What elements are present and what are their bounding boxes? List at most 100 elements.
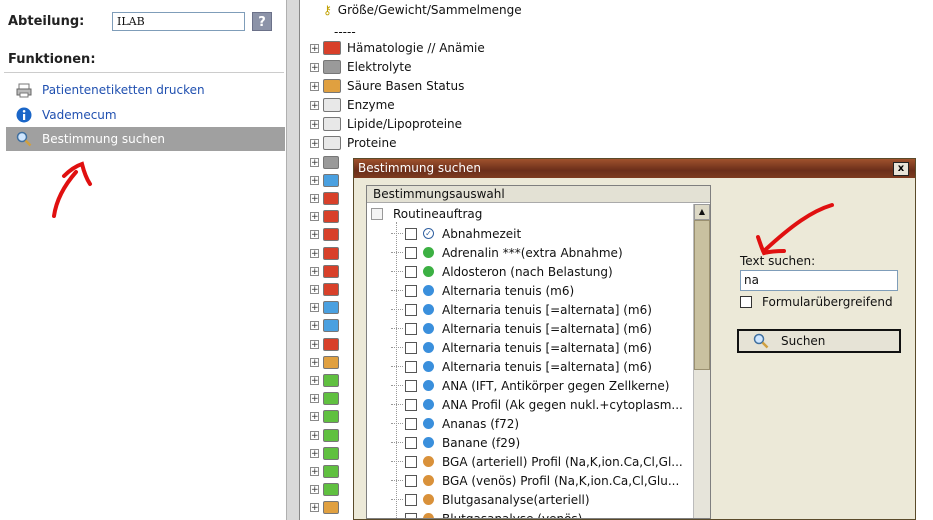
list-item[interactable]: Aldosteron (nach Belastung) [391,262,613,281]
help-button[interactable]: ? [252,12,272,31]
tree-node[interactable]: + [310,444,339,462]
close-button[interactable]: x [893,162,909,176]
expand-icon[interactable]: + [310,157,319,167]
tree-node[interactable]: + Proteine [310,134,396,152]
expand-icon[interactable]: + [310,230,319,240]
suchen-button[interactable]: Suchen [737,329,901,353]
expand-icon[interactable]: + [310,485,319,495]
tree-node[interactable]: + [310,317,339,335]
expand-icon[interactable]: + [310,375,319,385]
list-item[interactable]: Adrenalin ***(extra Abnahme) [391,243,623,262]
tree-node[interactable]: + Hämatologie // Anämie [310,39,485,57]
expand-icon[interactable]: + [310,339,319,349]
tree-node[interactable]: + [310,208,339,226]
item-checkbox[interactable] [405,436,417,449]
list-item[interactable]: Alternaria tenuis [=alternata] (m6) [391,338,652,357]
list-item[interactable]: Banane (f29) [391,433,520,452]
expand-icon[interactable]: + [310,193,319,203]
vademecum-link[interactable]: Vademecum [6,103,285,127]
expand-icon[interactable]: + [310,100,319,110]
item-checkbox[interactable] [405,417,417,430]
list-item[interactable]: ANA (IFT, Antikörper gegen Zellkerne) [391,376,669,395]
item-checkbox[interactable] [405,493,417,506]
list-item[interactable]: BGA (venös) Profil (Na,K,ion.Ca,Cl,Glu..… [391,471,679,490]
item-checkbox[interactable] [405,398,417,411]
item-checkbox[interactable] [405,360,417,373]
item-checkbox[interactable] [405,379,417,392]
search-input[interactable]: na [740,270,898,291]
tree-node[interactable]: + Elektrolyte [310,58,412,76]
scroll-up-button[interactable]: ▲ [694,204,710,220]
item-checkbox[interactable] [405,474,417,487]
expand-icon[interactable]: + [310,248,319,258]
list-item[interactable]: Alternaria tenuis [=alternata] (m6) [391,357,652,376]
expand-icon[interactable]: + [310,212,319,222]
tree-node[interactable]: + [310,335,339,353]
tree-node[interactable]: + Enzyme [310,96,395,114]
item-checkbox[interactable] [405,246,417,259]
expand-icon[interactable]: + [310,430,319,440]
expand-icon[interactable]: + [310,394,319,404]
tree-node[interactable]: + [310,189,339,207]
tree-node[interactable]: + [310,244,339,262]
expand-icon[interactable]: + [310,448,319,458]
list-item[interactable]: Blutgasanalyse (venös) [391,509,582,518]
expand-icon[interactable]: + [310,503,319,513]
expand-icon[interactable]: + [310,412,319,422]
root-node[interactable]: Routineauftrag [371,205,482,223]
bestimmung-suchen-link[interactable]: Bestimmung suchen [6,127,285,151]
item-checkbox[interactable] [405,265,417,278]
tree-node[interactable]: + [310,371,339,389]
item-checkbox[interactable] [405,322,417,335]
print-labels-link[interactable]: Patientenetiketten drucken [6,78,285,102]
expand-icon[interactable]: + [310,303,319,313]
tree-node[interactable]: + [310,171,339,189]
list-item[interactable]: Ananas (f72) [391,414,519,433]
tree-node[interactable]: + [310,353,339,371]
list-item[interactable]: Alternaria tenuis (m6) [391,281,574,300]
tree-node[interactable]: + Lipide/Lipoproteine [310,115,462,133]
tree-node[interactable]: + [310,153,339,171]
expand-icon[interactable]: + [310,138,319,148]
root-checkbox[interactable] [371,208,383,220]
expand-icon[interactable]: + [310,43,319,53]
formular-option[interactable]: Formularübergreifend [740,295,893,309]
item-checkbox[interactable] [405,455,417,468]
expand-icon[interactable]: + [310,119,319,129]
panel-splitter[interactable] [286,0,300,520]
tree-node-partial[interactable]: ⚷ Größe/Gewicht/Sammelmenge [310,1,522,19]
item-checkbox[interactable] [405,227,417,240]
abteilung-input[interactable]: ILAB [112,12,245,31]
tree-node[interactable]: + [310,262,339,280]
item-checkbox[interactable] [405,303,417,316]
expand-icon[interactable]: + [310,175,319,185]
vertical-scrollbar[interactable]: ▲ [693,204,710,518]
expand-icon[interactable]: + [310,62,319,72]
list-item[interactable]: Blutgasanalyse(arteriell) [391,490,590,509]
expand-icon[interactable]: + [310,284,319,294]
expand-icon[interactable]: + [310,466,319,476]
tree-node[interactable]: + [310,408,339,426]
tree-node[interactable]: + Säure Basen Status [310,77,464,95]
list-item[interactable]: Alternaria tenuis [=alternata] (m6) [391,319,652,338]
expand-icon[interactable]: + [310,357,319,367]
item-checkbox[interactable] [405,341,417,354]
item-checkbox[interactable] [405,284,417,297]
tree-node[interactable]: + [310,481,339,499]
tree-node[interactable]: + [310,226,339,244]
bestimmung-listbox[interactable]: Bestimmungsauswahl Routineauftrag ✓ Abnah… [366,185,711,519]
list-item[interactable]: ✓ Abnahmezeit [391,224,521,243]
list-item[interactable]: ANA Profil (Ak gegen nukl.+cytoplasm... [391,395,683,414]
expand-icon[interactable]: + [310,266,319,276]
formular-checkbox[interactable] [740,296,752,308]
tree-node[interactable]: + [310,280,339,298]
tree-node[interactable]: + [310,462,339,480]
expand-icon[interactable]: + [310,81,319,91]
tree-node[interactable]: + [310,426,339,444]
tree-node[interactable]: + [310,499,339,517]
expand-icon[interactable]: + [310,321,319,331]
scroll-thumb[interactable] [694,220,710,370]
tree-node[interactable]: + [310,299,339,317]
item-checkbox[interactable] [405,512,417,518]
list-item[interactable]: BGA (arteriell) Profil (Na,K,ion.Ca,Cl,G… [391,452,683,471]
